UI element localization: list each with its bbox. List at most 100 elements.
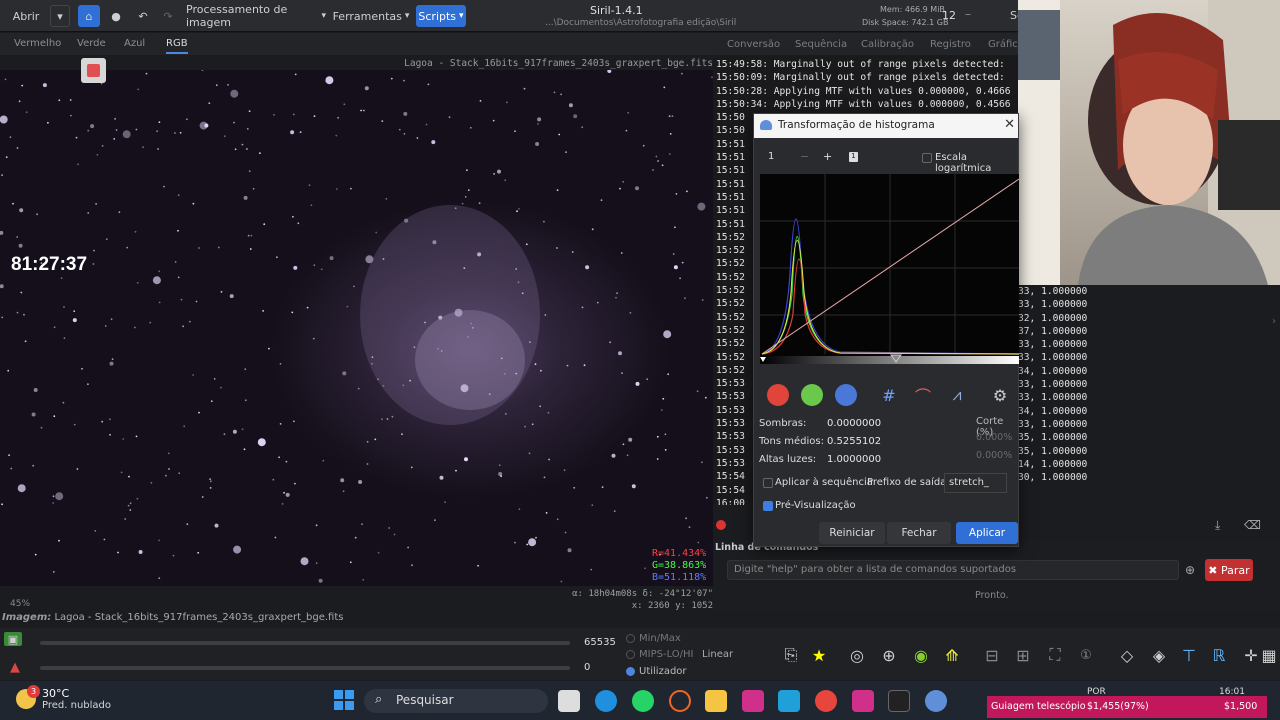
apply-button[interactable]: Aplicar [956, 522, 1018, 544]
tab-rgb[interactable]: RGB [166, 38, 188, 54]
zoom-one-icon[interactable]: ① [1075, 644, 1097, 666]
minimize-icon[interactable]: – [965, 7, 971, 21]
dialog-titlebar[interactable]: Transformação de histograma ✕ [754, 114, 1018, 138]
rocket-icon[interactable]: ⟰ [941, 644, 963, 666]
stop-button[interactable]: ✖ Parar [1205, 559, 1253, 581]
close-button[interactable]: Fechar [887, 522, 951, 544]
save-log-icon[interactable]: ⤓ [1215, 518, 1220, 533]
blue-channel-toggle[interactable] [835, 384, 857, 406]
tab-blue[interactable]: Azul [124, 38, 145, 49]
star [581, 126, 584, 129]
siril-task-icon[interactable] [925, 690, 947, 712]
zoom-reset-icon[interactable]: 1 [849, 152, 858, 162]
log-scale-checkbox[interactable] [922, 153, 932, 163]
tab-sequence[interactable]: Sequência [795, 39, 847, 50]
chrome-icon[interactable] [815, 690, 837, 712]
star [31, 412, 36, 417]
tab-red[interactable]: Vermelho [14, 38, 61, 49]
command-input[interactable]: Digite "help" para obter a lista de coma… [727, 560, 1179, 580]
zoom-plus-icon[interactable]: + [823, 150, 832, 163]
scale-mode-select[interactable]: Linear [702, 649, 733, 660]
rgb-align-icon[interactable]: ⊤ [1178, 644, 1200, 666]
search-box[interactable]: Pesquisar [364, 689, 548, 713]
highlights-value[interactable]: 1.0000000 [827, 454, 881, 465]
mode-user[interactable]: Utilizador [626, 666, 687, 677]
min-value[interactable]: 0 [584, 662, 590, 673]
shadows-value[interactable]: 0.0000000 [827, 418, 881, 429]
windows-icon[interactable] [334, 690, 354, 710]
undo-icon[interactable]: ↶ [133, 5, 153, 27]
target-icon[interactable]: ◉ [910, 644, 932, 666]
edge-icon[interactable] [595, 690, 617, 712]
screen-icon[interactable]: ▣ [4, 632, 22, 646]
star [340, 478, 345, 483]
histogram-plot[interactable] [760, 174, 1020, 364]
origin-icon[interactable] [669, 690, 691, 712]
histogram-icon[interactable]: ⩘ [946, 384, 968, 406]
apply-sequence-checkbox[interactable] [763, 478, 773, 488]
redo-icon[interactable]: ↷ [158, 5, 178, 27]
mirror-icon[interactable]: ◇ [1116, 644, 1138, 666]
thread-count[interactable]: 12 [942, 9, 956, 22]
tab-calibration[interactable]: Calibração [861, 39, 914, 50]
app-icon-1[interactable] [742, 690, 764, 712]
red-channel-toggle[interactable] [767, 384, 789, 406]
mode-mips[interactable]: MIPS-LO/HI [626, 649, 694, 660]
tools-menu[interactable]: Ferramentas [333, 5, 408, 27]
zoom-minus-icon[interactable]: − [800, 150, 809, 163]
whatsapp-icon[interactable] [632, 690, 654, 712]
expand-icon[interactable]: › [1272, 316, 1276, 327]
image-processing-menu[interactable]: Processamento de imagem [186, 3, 326, 29]
star [464, 457, 468, 462]
recent-dropdown-icon[interactable]: ▾ [50, 5, 70, 27]
mode-minmax[interactable]: Min/Max [626, 633, 681, 644]
r-channel-icon[interactable]: ℝ [1208, 644, 1230, 666]
folder-icon[interactable] [705, 690, 727, 712]
grid-icon[interactable]: # [878, 384, 900, 406]
color-icon[interactable]: ▲ [4, 656, 26, 678]
max-value[interactable]: 65535 [584, 637, 616, 648]
app-icon-3[interactable] [852, 690, 874, 712]
image-canvas[interactable] [0, 70, 713, 586]
app-icon-2[interactable] [778, 690, 800, 712]
star [229, 294, 234, 299]
close-icon[interactable]: ✕ [1004, 117, 1015, 132]
zoom-out-icon[interactable]: ⊟ [981, 644, 1003, 666]
green-channel-toggle[interactable] [801, 384, 823, 406]
star [87, 129, 90, 132]
zoom-spin-value[interactable]: 1 [768, 151, 774, 162]
livestack-icon[interactable]: ● [106, 5, 126, 27]
gear-icon[interactable]: ⚙ [989, 384, 1011, 406]
star [663, 86, 666, 89]
max-slider[interactable] [40, 641, 570, 645]
star-icon[interactable]: ★ [808, 644, 830, 666]
star [401, 433, 403, 436]
clear-log-icon[interactable]: ⌫ [1244, 518, 1261, 532]
preview-checkbox[interactable] [763, 501, 773, 511]
tab-registration[interactable]: Registro [930, 39, 971, 50]
photometry-icon[interactable]: ⎘ [780, 644, 802, 666]
home-icon[interactable]: ⌂ [78, 5, 100, 27]
fit-icon[interactable]: ⛶ [1044, 644, 1066, 666]
stop-recording-button[interactable] [81, 58, 106, 83]
tab-conversion[interactable]: Conversão [727, 39, 780, 50]
scripts-menu[interactable]: Scripts [416, 5, 466, 27]
zoom-in-icon[interactable]: ⊞ [1012, 644, 1034, 666]
tab-green[interactable]: Verde [77, 38, 106, 49]
help-icon[interactable]: ⊕ [1185, 563, 1195, 577]
psf-icon[interactable]: ◎ [846, 644, 868, 666]
min-slider[interactable] [40, 666, 570, 670]
reset-button[interactable]: Reiniciar [819, 522, 885, 544]
terminal-icon[interactable] [888, 690, 910, 712]
star [667, 373, 670, 376]
curve-icon[interactable]: ⌒ [912, 384, 934, 406]
open-button[interactable]: Abrir [6, 5, 46, 27]
flip-icon[interactable]: ◈ [1148, 644, 1170, 666]
globe-icon[interactable]: ⊕ [878, 644, 900, 666]
stack-icon[interactable]: ▦ [1258, 644, 1280, 666]
record-icon[interactable] [716, 520, 726, 530]
prefix-input[interactable]: stretch_ [944, 473, 1007, 493]
midtones-value[interactable]: 0.5255102 [827, 436, 881, 447]
task-view-icon[interactable] [558, 690, 580, 712]
star [138, 550, 143, 554]
